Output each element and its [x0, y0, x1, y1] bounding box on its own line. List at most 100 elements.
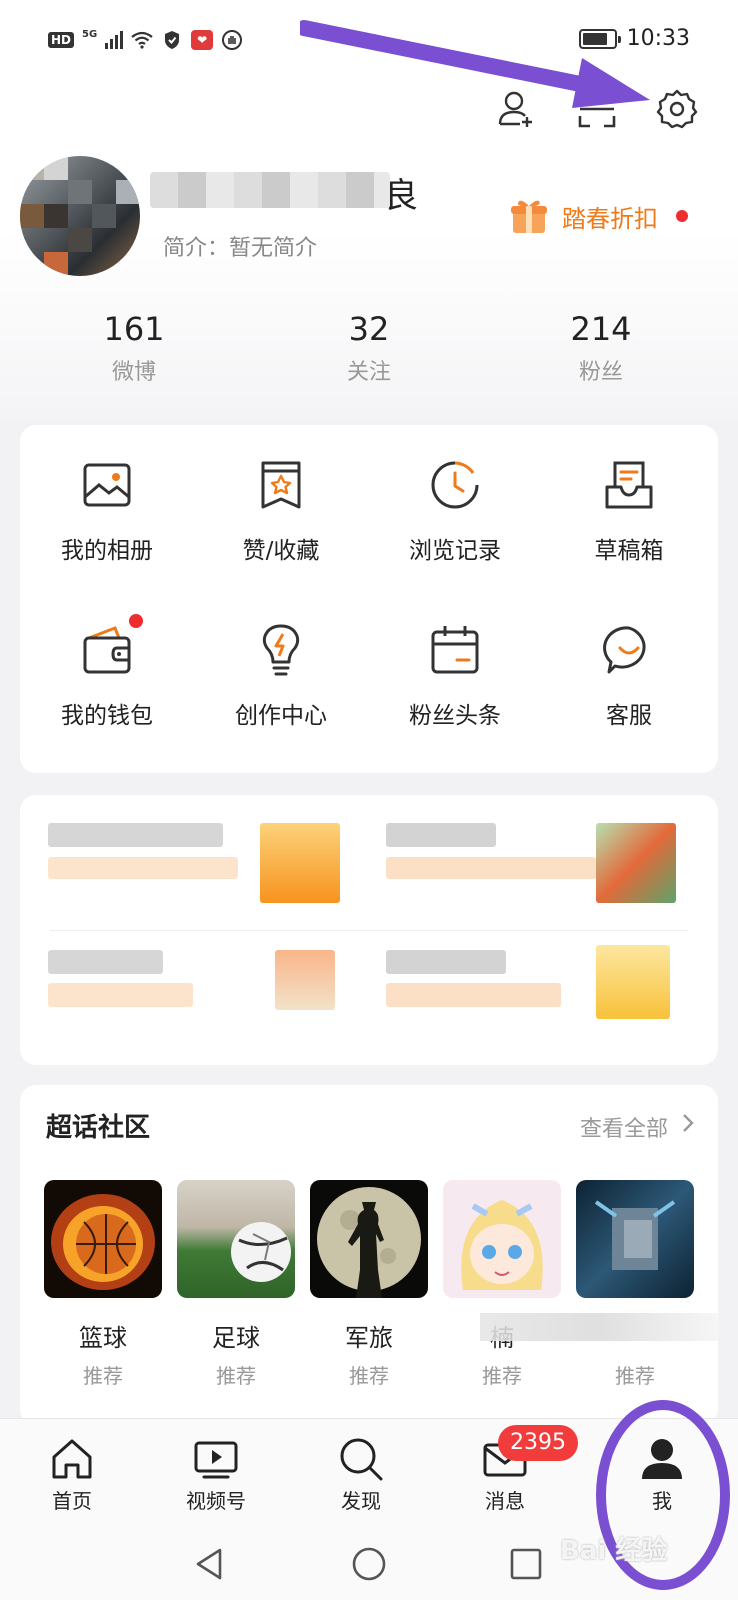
grid-item-label: 我的钱包 [61, 703, 153, 729]
section-title: 超话社区 [46, 1113, 151, 1143]
scan-icon[interactable] [576, 88, 618, 130]
stat-label: 粉丝 [578, 360, 623, 385]
topic-tag: 推荐 [216, 1364, 256, 1388]
gift-icon [511, 200, 547, 233]
nickname[interactable]: 良 [384, 168, 418, 217]
game-image [576, 1180, 694, 1298]
blurred-title [48, 950, 163, 974]
promo-banner[interactable]: 踏春折扣 [508, 195, 688, 237]
topic-tile[interactable]: 军旅 推荐 [310, 1180, 428, 1389]
history-icon [431, 461, 479, 509]
stat-value: 32 [348, 310, 390, 348]
grid-item-drafts[interactable]: 草稿箱 [542, 457, 716, 565]
grid-item-label: 草稿箱 [594, 538, 664, 564]
nav-discover[interactable]: 发现 [311, 1435, 411, 1514]
nav-home[interactable]: 首页 [22, 1435, 122, 1514]
topic-tile[interactable]: 篮球 推荐 [44, 1180, 162, 1389]
stat-weibo[interactable]: 161 微博 [54, 310, 214, 386]
shield-icon [161, 30, 183, 50]
topic-tag: 推荐 [349, 1364, 389, 1388]
grid-item-customer-service[interactable]: 客服 [542, 622, 716, 730]
stat-label: 微博 [111, 360, 156, 385]
grid-item-history[interactable]: 浏览记录 [368, 457, 542, 565]
grid-item-fans-headline[interactable]: 粉丝头条 [368, 622, 542, 730]
grid-item-likes[interactable]: 赞/收藏 [194, 457, 368, 565]
home-button-icon[interactable] [349, 1544, 389, 1584]
grid-item-label: 浏览记录 [409, 538, 501, 564]
nickname-blurred [150, 172, 390, 208]
stat-following[interactable]: 32 关注 [289, 310, 449, 386]
anime-image [443, 1180, 561, 1298]
avatar[interactable] [20, 156, 140, 276]
grid-item-creator[interactable]: 创作中心 [194, 622, 368, 730]
nav-label: 发现 [341, 1489, 381, 1513]
soccer-image [177, 1180, 295, 1298]
blurred-thumbnail [596, 823, 676, 903]
nav-label: 消息 [485, 1489, 525, 1513]
topic-tag: 推荐 [482, 1364, 522, 1388]
topic-tile[interactable]: 足球 推荐 [177, 1180, 295, 1389]
military-image [310, 1180, 428, 1298]
stat-value: 161 [103, 310, 165, 348]
stat-followers[interactable]: 214 粉丝 [521, 310, 681, 386]
app-notification-icon: ❤ [191, 30, 214, 50]
topic-tile[interactable]: 楠 推荐 [443, 1180, 561, 1389]
topic-name: 篮球 [79, 1324, 127, 1352]
blurred-subtitle [48, 983, 193, 1007]
grid-item-album[interactable]: 我的相册 [20, 457, 194, 565]
promo-dot [676, 210, 688, 222]
recents-icon[interactable] [506, 1544, 546, 1584]
gear-icon[interactable] [656, 88, 698, 130]
nav-label: 首页 [52, 1489, 92, 1513]
blurred-services-card[interactable] [20, 795, 718, 1065]
blurred-topic-name [480, 1313, 718, 1341]
hand-icon [221, 30, 243, 50]
back-icon[interactable] [190, 1544, 230, 1584]
signal-icon [105, 31, 124, 49]
nav-me[interactable]: 我 [612, 1435, 712, 1514]
blurred-title [386, 950, 506, 974]
bottom-nav: 首页 视频号 发现 消息 我 [0, 1418, 738, 1526]
status-bar: HD 5G ❤ 10:33 [0, 22, 738, 62]
profile-icon [642, 1439, 682, 1479]
nav-label: 视频号 [186, 1489, 246, 1513]
home-icon [52, 1439, 92, 1479]
battery-icon [578, 28, 621, 49]
drafts-icon [605, 461, 653, 509]
blurred-title [48, 823, 223, 847]
fans-headline-icon [431, 626, 479, 674]
topic-tag: 推荐 [83, 1364, 123, 1388]
customer-service-icon [603, 626, 646, 674]
grid-item-label: 粉丝头条 [409, 703, 501, 729]
view-all-link[interactable]: 查看全部 [580, 1111, 668, 1143]
stat-label: 关注 [346, 360, 391, 385]
grid-item-wallet[interactable]: 我的钱包 [20, 614, 194, 730]
chevron-right-icon[interactable] [678, 1111, 698, 1135]
network-type: 5G [82, 28, 98, 40]
basketball-image [44, 1180, 162, 1298]
wallet-notification-dot [129, 614, 143, 628]
creator-center-icon [262, 624, 300, 676]
grid-item-label: 我的相册 [61, 538, 153, 564]
clock: 10:33 [626, 26, 690, 51]
add-friend-icon[interactable] [496, 88, 538, 130]
stat-value: 214 [570, 310, 632, 348]
blurred-subtitle [48, 857, 238, 879]
blurred-thumbnail [596, 945, 670, 1019]
grid-item-label: 创作中心 [235, 703, 327, 729]
nav-label: 我 [652, 1489, 672, 1513]
bio[interactable]: 简介：暂无简介 [163, 230, 317, 262]
nav-video[interactable]: 视频号 [166, 1435, 266, 1514]
like-favorite-icon [261, 461, 301, 509]
blurred-thumbnail [260, 823, 340, 903]
stats-row: 161 微博 32 关注 214 粉丝 [0, 310, 738, 390]
promo-label: 踏春折扣 [562, 204, 658, 233]
message-count-badge: 2395 [498, 1425, 578, 1461]
blurred-subtitle [386, 983, 561, 1007]
video-icon [194, 1441, 238, 1479]
divider [50, 930, 688, 931]
wallet-icon [83, 626, 131, 674]
discover-icon [340, 1438, 383, 1481]
topic-tile[interactable]: 推荐 [576, 1180, 694, 1389]
grid-item-label: 赞/收藏 [242, 538, 320, 564]
